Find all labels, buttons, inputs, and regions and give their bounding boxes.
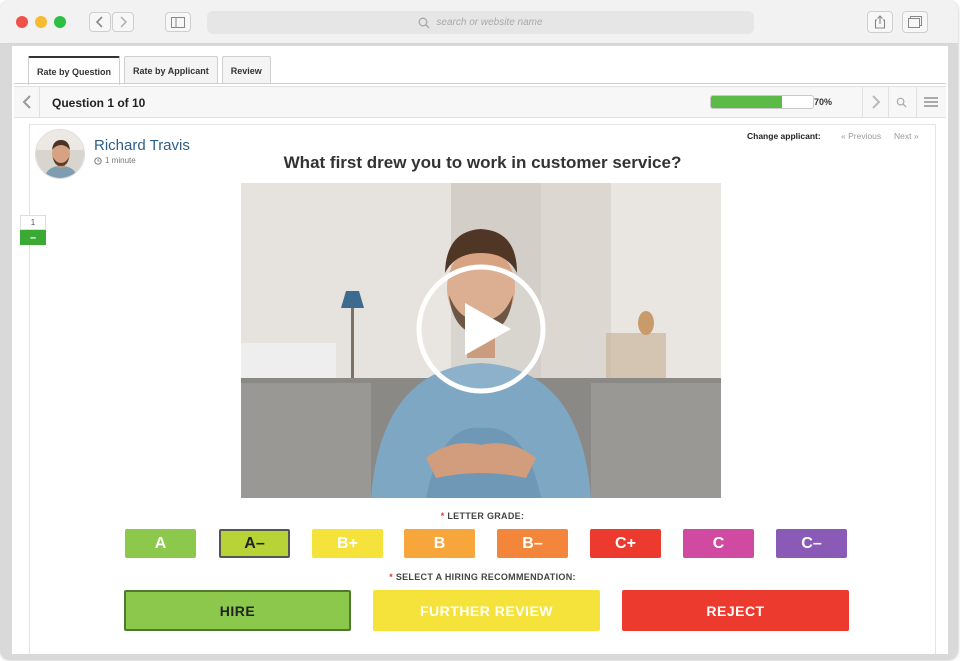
menu-button[interactable] — [916, 87, 944, 117]
question-status-indicator[interactable]: 1 – — [20, 215, 46, 245]
share-button[interactable] — [867, 11, 893, 33]
grade-button-c-minus[interactable]: C– — [776, 529, 847, 558]
play-button[interactable] — [415, 263, 547, 395]
grade-button-c[interactable]: C — [683, 529, 754, 558]
next-question-button[interactable] — [862, 87, 888, 117]
chevron-right-icon — [871, 95, 880, 109]
view-tabs: Rate by Question Rate by Applicant Revie… — [28, 56, 271, 85]
change-applicant-label: Change applicant: — [747, 131, 821, 141]
address-bar[interactable]: search or website name — [207, 11, 754, 34]
tab-review[interactable]: Review — [221, 56, 271, 84]
share-icon — [874, 15, 886, 29]
sidebar-toggle-button[interactable] — [165, 12, 191, 32]
applicant-name[interactable]: Richard Travis — [94, 137, 190, 154]
further-review-button[interactable]: FURTHER REVIEW — [373, 590, 600, 631]
progress-bar — [710, 95, 814, 109]
progress-bar-fill — [711, 96, 783, 108]
previous-question-button[interactable] — [14, 87, 40, 117]
reject-button[interactable]: REJECT — [622, 590, 849, 631]
required-asterisk: * — [440, 511, 445, 521]
question-status-badge: – — [20, 230, 46, 245]
sidebar-icon — [171, 16, 185, 28]
question-number: 1 — [20, 215, 46, 230]
letter-grade-label-text: LETTER GRADE: — [447, 511, 525, 521]
hiring-recommendation-label: * SELECT A HIRING RECOMMENDATION: — [30, 572, 935, 582]
search-icon — [418, 17, 430, 28]
grade-button-c-plus[interactable]: C+ — [590, 529, 661, 558]
next-applicant-link[interactable]: Next » — [894, 131, 919, 141]
grade-button-b-plus[interactable]: B+ — [312, 529, 383, 558]
chevron-left-icon — [22, 95, 31, 109]
search-button[interactable] — [888, 87, 914, 117]
address-placeholder: search or website name — [436, 17, 543, 28]
chevron-left-icon — [95, 16, 103, 28]
grade-button-b[interactable]: B — [404, 529, 475, 558]
required-asterisk: * — [389, 572, 394, 582]
grade-button-a-minus[interactable]: A– — [219, 529, 290, 558]
question-counter: Question 1 of 10 — [52, 96, 146, 110]
play-icon — [416, 264, 546, 394]
show-tabs-button[interactable] — [902, 11, 928, 33]
maximize-window-button[interactable] — [54, 16, 66, 28]
browser-forward-button[interactable] — [112, 12, 134, 32]
tabs-divider — [14, 83, 946, 84]
browser-toolbar: search or website name — [0, 0, 958, 44]
grade-button-a[interactable]: A — [125, 529, 196, 558]
web-page: Rate by Question Rate by Applicant Revie… — [12, 46, 948, 654]
hire-button[interactable]: HIRE — [124, 590, 351, 631]
close-window-button[interactable] — [16, 16, 28, 28]
previous-applicant-link[interactable]: « Previous — [841, 131, 881, 141]
chevron-right-icon — [120, 16, 128, 28]
hiring-recommendation-label-text: SELECT A HIRING RECOMMENDATION: — [395, 572, 576, 582]
question-text: What first drew you to work in customer … — [283, 153, 682, 172]
browser-window: search or website name Rate by Question … — [0, 0, 958, 659]
question-toolbar: Question 1 of 10 70% — [14, 86, 946, 118]
grade-button-b-minus[interactable]: B– — [497, 529, 568, 558]
tab-rate-by-applicant[interactable]: Rate by Applicant — [124, 56, 218, 84]
browser-back-button[interactable] — [89, 12, 111, 32]
letter-grade-label: * LETTER GRADE: — [30, 511, 935, 521]
rating-panel: 1 – Richard Travis 1 minute Change appli… — [20, 124, 936, 654]
progress-label: 70% — [814, 97, 833, 107]
minimize-window-button[interactable] — [35, 16, 47, 28]
tab-rate-by-question[interactable]: Rate by Question — [28, 56, 121, 85]
search-icon — [896, 97, 907, 108]
video-player[interactable] — [241, 183, 721, 498]
tabs-icon — [908, 16, 922, 28]
hamburger-menu-icon — [923, 97, 938, 107]
